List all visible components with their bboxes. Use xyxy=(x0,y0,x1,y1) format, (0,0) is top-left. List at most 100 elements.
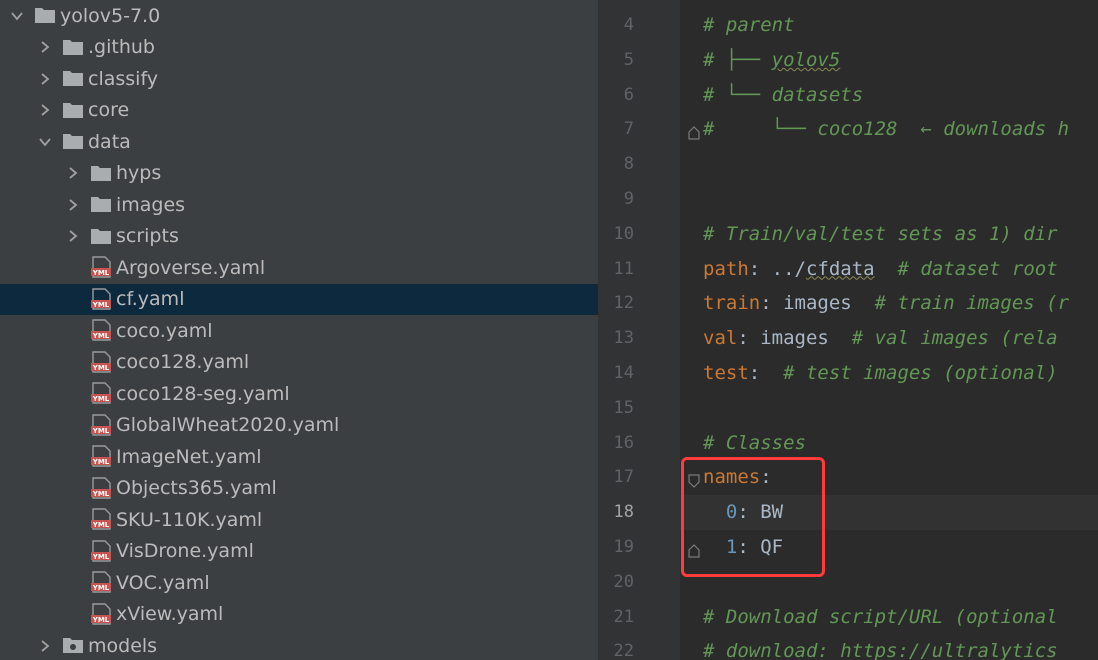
code-line[interactable]: path: ../cfdata # dataset root xyxy=(703,252,1058,287)
code-token: test xyxy=(703,362,749,384)
tree-item[interactable]: YML Objects365.yaml xyxy=(0,473,598,504)
tree-item-label: coco128.yaml xyxy=(116,351,250,373)
tree-item-label: xView.yaml xyxy=(116,603,224,625)
folder-icon xyxy=(62,38,84,56)
svg-text:YML: YML xyxy=(92,521,110,529)
tree-item[interactable]: YML coco.yaml xyxy=(0,315,598,346)
tree-item[interactable]: YML SKU-110K.yaml xyxy=(0,504,598,535)
chevron-down-icon[interactable] xyxy=(8,7,26,25)
line-number: 5 xyxy=(623,49,634,70)
tree-item-label: Objects365.yaml xyxy=(116,477,277,499)
folder-icon xyxy=(62,101,84,119)
code-token: # download: https://ultralytics xyxy=(703,640,1058,660)
svg-text:YML: YML xyxy=(92,458,110,466)
tree-item-label: coco.yaml xyxy=(116,319,213,342)
code-token: : xyxy=(748,362,784,384)
code-line[interactable]: # └── datasets xyxy=(703,78,863,113)
code-token: : ../ xyxy=(748,257,806,280)
code-token: yolov5 xyxy=(771,48,841,71)
line-number: 10 xyxy=(613,223,634,244)
tree-item[interactable]: scripts xyxy=(0,221,598,252)
tree-item[interactable]: hyps xyxy=(0,158,598,189)
code-token: # Train/val/test sets as 1) dir xyxy=(703,222,1058,245)
yaml-file-icon: YML xyxy=(90,350,112,373)
tree-item[interactable]: YML VOC.yaml xyxy=(0,567,598,598)
folder-icon xyxy=(90,227,112,245)
code-token: # Download script/URL (optional xyxy=(703,605,1058,628)
chevron-right-icon[interactable] xyxy=(36,70,54,88)
code-line[interactable]: # Download script/URL (optional xyxy=(703,600,1058,635)
line-number: 8 xyxy=(623,154,634,175)
code-line[interactable]: train: images # train images (r xyxy=(703,286,1069,321)
highlight-annotation-box xyxy=(681,457,825,577)
code-token: val xyxy=(703,327,738,350)
code-line[interactable]: # └── coco128 ← downloads h xyxy=(703,112,1069,147)
code-line[interactable]: test: # test images (optional) xyxy=(703,356,1058,391)
tree-item[interactable]: images xyxy=(0,189,598,220)
code-token: # train images (r xyxy=(874,292,1070,315)
code-token: # parent xyxy=(703,14,795,36)
line-number: 11 xyxy=(613,258,634,279)
line-number: 14 xyxy=(613,363,634,383)
tree-item-label: hyps xyxy=(116,162,162,184)
code-line[interactable]: # Classes xyxy=(703,426,806,461)
tree-item[interactable]: core xyxy=(0,95,598,126)
code-token: path xyxy=(703,257,749,280)
chevron-down-icon[interactable] xyxy=(36,133,54,151)
chevron-right-icon[interactable] xyxy=(64,164,82,182)
tree-item[interactable]: YML coco128.yaml xyxy=(0,347,598,378)
tree-item[interactable]: YML cf.yaml xyxy=(0,283,598,315)
line-gutter: 4 5 6 7 8 9 10 11 12 13 14 15 16 17 18 19 20 21 22 xyxy=(600,0,680,660)
svg-text:YML: YML xyxy=(92,332,110,340)
yaml-file-icon: YML xyxy=(90,413,112,436)
yaml-file-icon: YML xyxy=(90,602,112,625)
tree-item-label: yolov5-7.0 xyxy=(60,4,161,27)
code-token: # Classes xyxy=(703,431,806,454)
chevron-right-icon[interactable] xyxy=(36,38,54,56)
chevron-right-icon[interactable] xyxy=(64,227,82,245)
code-line[interactable]: # ├── yolov5 xyxy=(703,43,840,78)
code-token: : images xyxy=(737,327,852,350)
code-line[interactable]: # download: https://ultralytics xyxy=(703,634,1058,660)
tree-item[interactable]: .github xyxy=(0,32,598,63)
yaml-file-icon: YML xyxy=(90,571,112,593)
code-token: cfdata xyxy=(805,257,875,280)
tree-item-label: images xyxy=(116,193,186,216)
chevron-right-icon[interactable] xyxy=(64,196,82,214)
tree-item[interactable]: models xyxy=(0,630,598,660)
tree-item-label: core xyxy=(88,99,130,121)
folder-icon xyxy=(90,164,112,182)
tree-item[interactable]: YML ImageNet.yaml xyxy=(0,441,598,472)
tree-item[interactable]: YML GlobalWheat2020.yaml xyxy=(0,410,598,441)
code-line[interactable]: # parent xyxy=(703,8,795,43)
tree-item[interactable]: YML coco128-seg.yaml xyxy=(0,378,598,409)
line-number: 21 xyxy=(613,606,634,627)
line-number: 12 xyxy=(613,293,634,314)
tree-item-label: classify xyxy=(88,67,159,90)
line-number: 18 xyxy=(613,502,634,523)
code-editor[interactable]: 4 5 6 7 8 9 10 11 12 13 14 15 16 17 18 19 20 21 22 # Examp… xyxy=(600,0,1098,660)
tree-item[interactable]: YML Argoverse.yaml xyxy=(0,252,598,283)
chevron-right-icon[interactable] xyxy=(36,637,54,655)
tree-item[interactable]: YML xView.yaml xyxy=(0,599,598,630)
folder-icon xyxy=(62,69,84,87)
line-number: 15 xyxy=(613,397,634,418)
yaml-file-icon: YML xyxy=(90,508,112,530)
yaml-file-icon: YML xyxy=(90,319,112,341)
chevron-right-icon[interactable] xyxy=(36,101,54,119)
tree-item[interactable]: data xyxy=(0,126,598,157)
tree-item-label: cf.yaml xyxy=(116,288,185,310)
code-line[interactable]: # Train/val/test sets as 1) dir xyxy=(703,217,1058,252)
fold-marker-icon[interactable] xyxy=(688,123,700,140)
tree-item[interactable]: yolov5-7.0 xyxy=(0,0,598,31)
code-line[interactable]: val: images # val images (rela xyxy=(703,321,1058,356)
code-token: train xyxy=(703,292,761,315)
svg-text:YML: YML xyxy=(92,395,110,403)
tree-item[interactable]: classify xyxy=(0,63,598,94)
line-number: 9 xyxy=(623,189,634,209)
line-number: 4 xyxy=(623,15,634,35)
tree-item[interactable]: YML VisDrone.yaml xyxy=(0,536,598,567)
tree-item-label: Argoverse.yaml xyxy=(116,256,266,279)
yaml-file-icon: YML xyxy=(90,256,112,278)
